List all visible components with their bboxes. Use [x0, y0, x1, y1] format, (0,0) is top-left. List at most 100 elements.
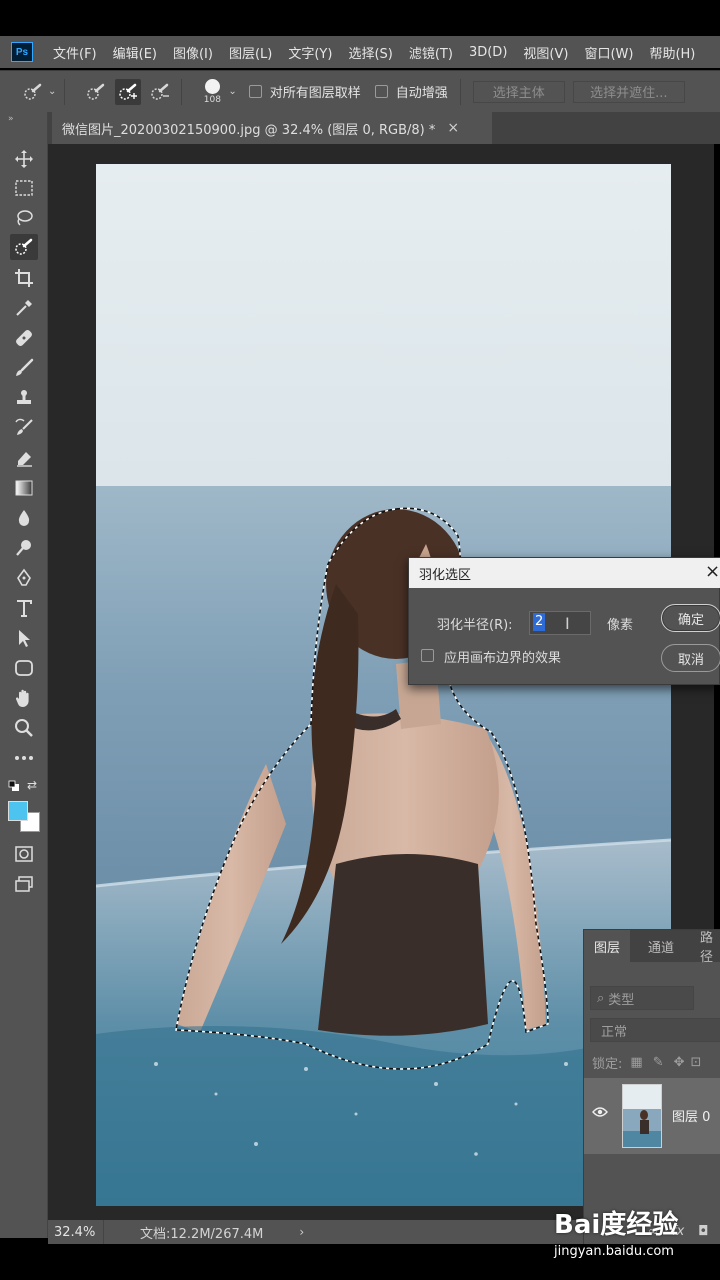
menu-bar: Ps 文件(F) 编辑(E) 图像(I) 图层(L) 文字(Y) 选择(S) 滤… [0, 36, 720, 68]
chevron-right-icon[interactable]: › [299, 1225, 304, 1239]
brush-tip-icon [204, 78, 220, 94]
menu-file[interactable]: 文件(F) [53, 43, 97, 62]
visibility-eye-icon[interactable] [592, 1106, 608, 1122]
chevron-down-icon[interactable]: ⌄ [228, 86, 236, 97]
search-icon: ⌕ [597, 990, 605, 1006]
watermark-logo: Bai度经验 [554, 1210, 679, 1240]
type-tool-icon[interactable] [10, 595, 38, 621]
collapse-panel-icon[interactable]: » [8, 114, 14, 124]
dodge-tool-icon[interactable] [10, 535, 38, 561]
document-size-info: 文档:12.2M/267.4M [140, 1226, 264, 1242]
menu-help[interactable]: 帮助(H) [649, 43, 695, 62]
document-tab-title: 微信图片_20200302150900.jpg @ 32.4% (图层 0, R… [62, 122, 436, 138]
select-subject-button[interactable]: 选择主体 [472, 80, 565, 103]
brush-size-picker[interactable]: 108 [200, 78, 224, 105]
menu-view[interactable]: 视图(V) [523, 43, 568, 62]
menu-window[interactable]: 窗口(W) [584, 43, 633, 62]
history-brush-tool-icon[interactable] [10, 415, 38, 441]
path-selection-tool-icon[interactable] [10, 625, 38, 651]
close-icon[interactable]: × [447, 120, 459, 136]
blur-tool-icon[interactable] [10, 505, 38, 531]
menu-filter[interactable]: 滤镜(T) [409, 43, 453, 62]
pen-tool-icon[interactable] [10, 565, 38, 591]
healing-brush-tool-icon[interactable] [10, 325, 38, 351]
lock-options-row: 锁定: ▦ ✎ ✥ ⊡ [592, 1050, 701, 1074]
text-cursor-icon: I [565, 614, 570, 633]
crop-tool-icon[interactable] [10, 265, 38, 291]
layer-name: 图层 0 [672, 1110, 711, 1125]
ok-button[interactable]: 确定 [661, 604, 720, 632]
menu-layer[interactable]: 图层(L) [229, 43, 272, 62]
options-bar: ⌄ 108 ⌄ 对所有图层取样 自动增强 选择主体 选择并遮住... [0, 70, 720, 112]
menu-edit[interactable]: 编辑(E) [113, 43, 157, 62]
document-tab[interactable]: 微信图片_20200302150900.jpg @ 32.4% (图层 0, R… [52, 112, 492, 144]
swap-colors-icon[interactable]: ⇄ [27, 778, 37, 792]
brush-tool-icon[interactable] [10, 355, 38, 381]
feather-radius-value[interactable]: 2 [533, 613, 546, 631]
foreground-color-swatch[interactable] [8, 801, 28, 821]
layer-thumbnail [622, 1084, 662, 1148]
lasso-tool-icon[interactable] [10, 205, 38, 231]
menu-image[interactable]: 图像(I) [173, 43, 213, 62]
close-icon[interactable]: × [705, 561, 720, 582]
tab-paths[interactable]: 路径 [690, 930, 720, 965]
new-selection-brush-icon[interactable] [83, 79, 109, 105]
zoom-level-field[interactable]: 32.4% [48, 1220, 104, 1244]
apply-canvas-edge-label: 应用画布边界的效果 [444, 651, 562, 666]
blend-mode-select[interactable]: 正常 [590, 1018, 720, 1042]
layers-panel-tabs: 图层 通道 路径 [584, 930, 720, 965]
sample-all-layers-checkbox[interactable] [248, 85, 262, 98]
lock-image-pixels-icon[interactable]: ✎ [653, 1055, 664, 1070]
pixels-unit-label: 像素 [607, 618, 634, 633]
layer-filter-select[interactable]: ⌕ 类型 [590, 986, 694, 1010]
sample-all-layers-label: 对所有图层取样 [269, 86, 361, 101]
separator [181, 78, 183, 105]
photoshop-logo: Ps [11, 42, 33, 62]
select-and-mask-button[interactable]: 选择并遮住... [572, 80, 685, 103]
tool-preset-quick-select-icon[interactable] [20, 79, 46, 105]
feather-radius-label: 羽化半径(R): [437, 618, 513, 633]
separator [64, 78, 66, 105]
watermark-url: jingyan.baidu.com [554, 1244, 674, 1259]
cancel-button[interactable]: 取消 [661, 644, 720, 672]
hand-tool-icon[interactable] [10, 685, 38, 711]
marquee-tool-icon[interactable] [10, 175, 38, 201]
quick-selection-tool-icon[interactable] [10, 234, 38, 260]
tools-panel: » ⇄ [0, 112, 48, 1238]
chevron-down-icon[interactable]: ⌄ [48, 86, 56, 97]
add-to-selection-brush-icon[interactable] [115, 78, 142, 105]
menu-type[interactable]: 文字(Y) [288, 43, 332, 62]
menu-3d[interactable]: 3D(D) [469, 45, 507, 60]
zoom-tool-icon[interactable] [10, 715, 38, 741]
rectangle-tool-icon[interactable] [10, 655, 38, 681]
baidu-jingyan-watermark: Bai度经验 jingyan.baidu.com [554, 1204, 720, 1264]
layers-panel: 图层 通道 路径 ⌕ 类型 正常 锁定: ▦ ✎ ✥ ⊡ 图层 0 ∞ fx ◘ [583, 929, 720, 1244]
menu-select[interactable]: 选择(S) [348, 43, 392, 62]
subtract-from-selection-brush-icon[interactable] [147, 79, 173, 105]
gradient-tool-icon[interactable] [10, 475, 38, 501]
more-tools-icon[interactable] [10, 745, 38, 771]
layer-filter-type: 类型 [608, 992, 635, 1008]
layer-row[interactable]: 图层 0 [584, 1078, 720, 1154]
top-black-bar [0, 0, 720, 36]
feather-selection-dialog: 羽化选区 × 羽化半径(R): 2 I 像素 应用画布边界的效果 确定 取消 [408, 557, 720, 685]
eyedropper-tool-icon[interactable] [10, 295, 38, 321]
default-colors-icon[interactable] [8, 780, 20, 796]
lock-transparent-pixels-icon[interactable]: ▦ [630, 1055, 642, 1070]
move-tool-icon[interactable] [10, 146, 38, 172]
lock-label: 锁定: [592, 1056, 623, 1072]
tab-layers[interactable]: 图层 [584, 930, 631, 962]
lock-position-icon[interactable]: ✥ [674, 1055, 685, 1070]
clone-stamp-tool-icon[interactable] [10, 385, 38, 411]
separator [459, 78, 461, 105]
quick-mask-icon[interactable] [10, 841, 38, 867]
dialog-title: 羽化选区 [419, 568, 472, 583]
tab-channels[interactable]: 通道 [638, 930, 684, 962]
brush-size-value: 108 [203, 94, 221, 105]
auto-enhance-checkbox[interactable] [374, 85, 388, 98]
auto-enhance-label: 自动增强 [395, 86, 448, 101]
screen-mode-icon[interactable] [10, 871, 38, 897]
apply-canvas-edge-checkbox[interactable] [421, 649, 434, 662]
eraser-tool-icon[interactable] [10, 445, 38, 471]
artboard-lock-icon[interactable]: ⊡ [691, 1055, 702, 1070]
